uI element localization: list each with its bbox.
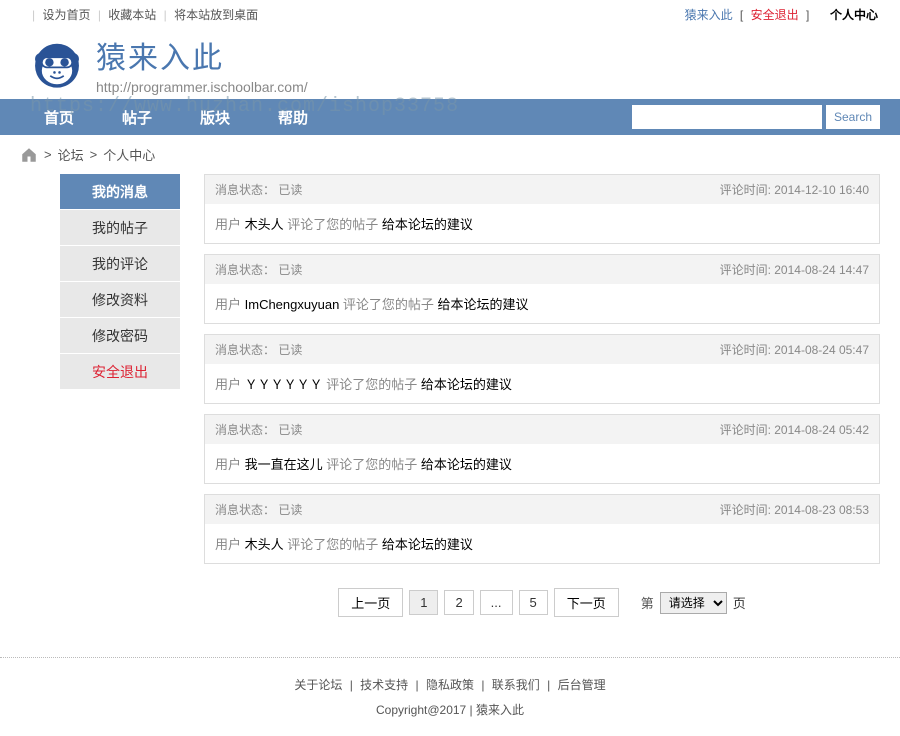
footer-link[interactable]: 联系我们 <box>492 678 540 692</box>
message-item: 消息状态： 已读 评论时间: 2014-08-24 14:47 用户 ImCheng… <box>204 254 880 324</box>
message-user[interactable]: 木头人 <box>245 217 284 232</box>
topbar-right: 猿来入此 [ 安全退出 ] 个人中心 <box>683 6 880 23</box>
message-body: 用户 我一直在这儿 评论了您的帖子 给本论坛的建议 <box>205 444 879 483</box>
message-time: 评论时间: 2014-08-24 14:47 <box>720 261 869 278</box>
sidebar-item-4[interactable]: 修改密码 <box>60 318 180 354</box>
search-input[interactable] <box>632 105 822 129</box>
main: 消息状态： 已读 评论时间: 2014-12-10 16:40 用户 木头人 评论了… <box>204 174 880 631</box>
sidebar-item-3[interactable]: 修改资料 <box>60 282 180 318</box>
footer-link[interactable]: 技术支持 <box>360 678 408 692</box>
topbar: | 设为首页 | 收藏本站 | 将本站放到桌面 猿来入此 [ 安全退出 ] 个人… <box>0 0 900 27</box>
sidebar-item-0[interactable]: 我的消息 <box>60 174 180 210</box>
search-button[interactable]: Search <box>826 105 880 129</box>
site-url: http://programmer.ischoolbar.com/ <box>96 79 308 95</box>
message-status: 消息状态： 已读 <box>215 501 302 518</box>
footer-link[interactable]: 后台管理 <box>558 678 606 692</box>
message-time: 评论时间: 2014-12-10 16:40 <box>720 181 869 198</box>
breadcrumb-forum[interactable]: 论坛 <box>58 145 84 164</box>
message-post-link[interactable]: 给本论坛的建议 <box>438 297 529 312</box>
nav-help[interactable]: 帮助 <box>254 107 332 128</box>
topbar-left: | 设为首页 | 收藏本站 | 将本站放到桌面 <box>30 6 260 23</box>
home-icon[interactable] <box>20 146 38 164</box>
logo-area: 猿来入此 http://programmer.ischoolbar.com/ h… <box>0 27 900 99</box>
message-user[interactable]: 我一直在这儿 <box>245 457 323 472</box>
sidebar: 我的消息我的帖子我的评论修改资料修改密码安全退出 <box>60 174 180 631</box>
pager-select[interactable]: 请选择 <box>660 592 727 614</box>
message-time: 评论时间: 2014-08-23 08:53 <box>720 501 869 518</box>
message-header: 消息状态： 已读 评论时间: 2014-08-24 05:47 <box>205 335 879 364</box>
message-body: 用户 木头人 评论了您的帖子 给本论坛的建议 <box>205 524 879 563</box>
nav-home[interactable]: 首页 <box>20 107 98 128</box>
pager-jump-pre: 第 <box>641 593 654 612</box>
message-body: 用户 木头人 评论了您的帖子 给本论坛的建议 <box>205 204 879 243</box>
breadcrumb-center: 个人中心 <box>103 145 155 164</box>
site-title: 猿来入此 <box>96 33 308 77</box>
pager-ellipsis: ... <box>480 590 513 615</box>
message-header: 消息状态： 已读 评论时间: 2014-08-24 14:47 <box>205 255 879 284</box>
sidebar-item-2[interactable]: 我的评论 <box>60 246 180 282</box>
pager: 上一页 1 2 ... 5 下一页 第 请选择 页 <box>204 574 880 631</box>
pager-jump-post: 页 <box>733 593 746 612</box>
pager-page-5[interactable]: 5 <box>519 590 548 615</box>
footer-link[interactable]: 关于论坛 <box>294 678 342 692</box>
message-item: 消息状态： 已读 评论时间: 2014-12-10 16:40 用户 木头人 评论了… <box>204 174 880 244</box>
message-user[interactable]: 木头人 <box>245 537 284 552</box>
sidebar-item-1[interactable]: 我的帖子 <box>60 210 180 246</box>
message-post-link[interactable]: 给本论坛的建议 <box>382 537 473 552</box>
message-header: 消息状态： 已读 评论时间: 2014-12-10 16:40 <box>205 175 879 204</box>
logo-icon <box>30 37 84 91</box>
pager-page-2[interactable]: 2 <box>444 590 473 615</box>
message-item: 消息状态： 已读 评论时间: 2014-08-24 05:42 用户 我一直在这儿 … <box>204 414 880 484</box>
pager-prev-button[interactable]: 上一页 <box>338 588 403 617</box>
message-post-link[interactable]: 给本论坛的建议 <box>421 457 512 472</box>
topbar-username[interactable]: 猿来入此 <box>685 8 733 22</box>
content: 我的消息我的帖子我的评论修改资料修改密码安全退出 消息状态： 已读评论时间: 2… <box>0 174 900 651</box>
message-user[interactable]: ＹＹＹＹＹＹ <box>245 377 323 392</box>
sidebar-item-5[interactable]: 安全退出 <box>60 354 180 390</box>
message-status: 消息状态： 已读 <box>215 421 302 438</box>
message-status: 消息状态： 已读 <box>215 341 302 358</box>
topbar-logout[interactable]: 安全退出 <box>751 8 799 22</box>
message-status: 消息状态： 已读 <box>215 261 302 278</box>
message-status: 消息状态： 已读 <box>215 181 302 198</box>
message-post-link[interactable]: 给本论坛的建议 <box>382 217 473 232</box>
message-header: 消息状态： 已读 评论时间: 2014-08-23 08:53 <box>205 495 879 524</box>
message-item: 消息状态： 已读 评论时间: 2014-08-23 08:53 用户 木头人 评论了… <box>204 494 880 564</box>
message-body: 用户 ImChengxuyuan 评论了您的帖子 给本论坛的建议 <box>205 284 879 323</box>
pager-page-1[interactable]: 1 <box>409 590 438 615</box>
topbar-set-home[interactable]: 设为首页 <box>42 8 90 22</box>
footer-copyright: Copyright@2017 | 猿来入此 <box>0 701 900 718</box>
message-time: 评论时间: 2014-08-24 05:47 <box>720 341 869 358</box>
footer-link[interactable]: 隐私政策 <box>426 678 474 692</box>
breadcrumb: > 论坛 > 个人中心 <box>0 135 900 174</box>
message-post-link[interactable]: 给本论坛的建议 <box>421 377 512 392</box>
navbar: 首页 帖子 版块 帮助 Search <box>0 99 900 135</box>
topbar-desktop[interactable]: 将本站放到桌面 <box>174 8 258 22</box>
message-header: 消息状态： 已读 评论时间: 2014-08-24 05:42 <box>205 415 879 444</box>
message-item: 消息状态： 已读 评论时间: 2014-08-24 05:47 用户 ＹＹＹＹＹＹ … <box>204 334 880 404</box>
topbar-favorite[interactable]: 收藏本站 <box>108 8 156 22</box>
footer-links: 关于论坛 | 技术支持 | 隐私政策 | 联系我们 | 后台管理 <box>0 676 900 693</box>
message-time: 评论时间: 2014-08-24 05:42 <box>720 421 869 438</box>
nav-posts[interactable]: 帖子 <box>98 107 176 128</box>
message-body: 用户 ＹＹＹＹＹＹ 评论了您的帖子 给本论坛的建议 <box>205 364 879 403</box>
nav-boards[interactable]: 版块 <box>176 107 254 128</box>
pager-next-button[interactable]: 下一页 <box>554 588 619 617</box>
topbar-user-center[interactable]: 个人中心 <box>830 8 878 22</box>
message-user[interactable]: ImChengxuyuan <box>245 297 340 312</box>
